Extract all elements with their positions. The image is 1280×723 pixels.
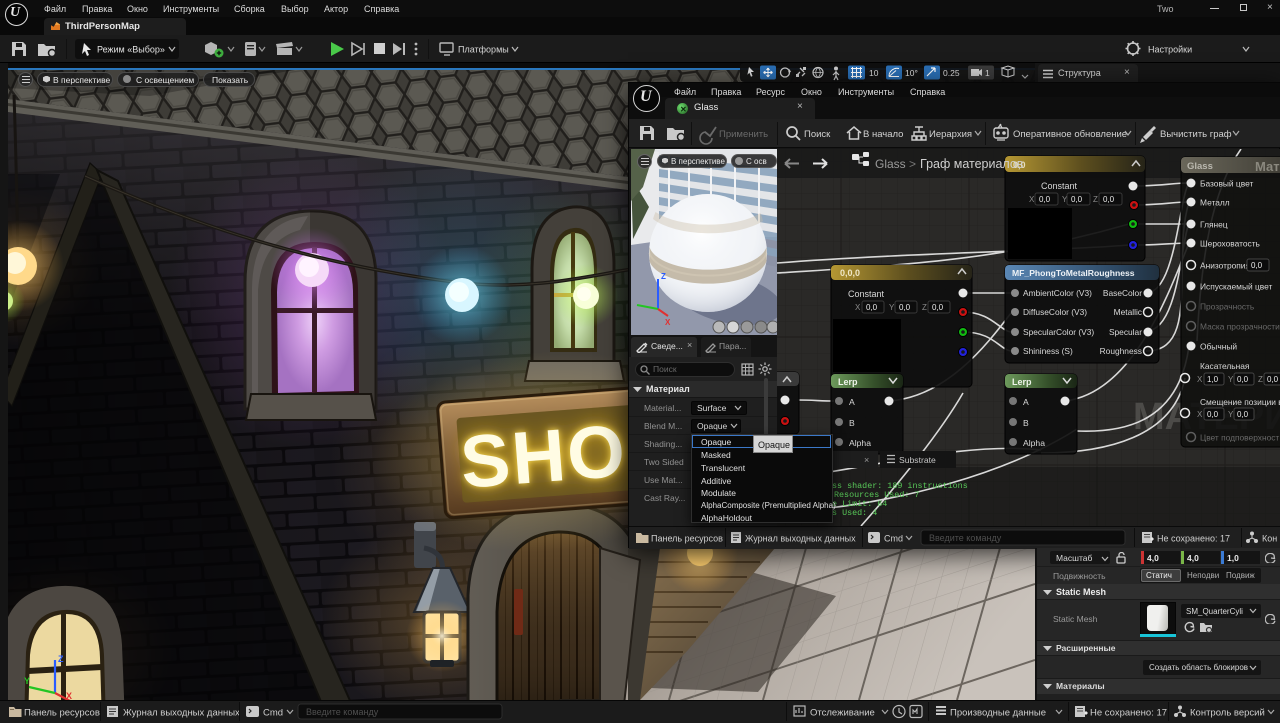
svg-text:Контроль версий: Контроль версий bbox=[1190, 708, 1265, 719]
svg-text:Испускаемый цвет: Испускаемый цвет bbox=[1200, 282, 1273, 292]
svg-text:0.25: 0.25 bbox=[943, 68, 960, 78]
svg-text:X: X bbox=[66, 691, 72, 700]
svg-text:Lerp: Lerp bbox=[1012, 377, 1032, 387]
svg-text:Маска прозрачности: Маска прозрачности bbox=[1200, 322, 1280, 332]
svg-text:Кон: Кон bbox=[1262, 534, 1277, 544]
svg-text:Введите команду: Введите команду bbox=[929, 533, 1002, 543]
svg-text:10°: 10° bbox=[905, 68, 918, 78]
svg-text:Смещение позиции в: Смещение позиции в bbox=[1200, 397, 1280, 407]
svg-text:Constant: Constant bbox=[848, 289, 885, 299]
svg-text:Roughness: Roughness bbox=[1100, 346, 1142, 356]
svg-text:0,0: 0,0 bbox=[1039, 195, 1051, 204]
svg-text:Constant: Constant bbox=[1041, 181, 1078, 191]
svg-text:Z: Z bbox=[58, 654, 64, 664]
svg-text:Прозрачность: Прозрачность bbox=[1200, 302, 1255, 312]
svg-text:0,0: 0,0 bbox=[866, 303, 878, 312]
svg-text:×: × bbox=[864, 455, 869, 465]
svg-text:Поиск: Поиск bbox=[804, 129, 831, 140]
svg-text:Обычный: Обычный bbox=[1200, 342, 1237, 352]
svg-text:0,0: 0,0 bbox=[1237, 410, 1249, 419]
svg-text:Не сохранено: 17: Не сохранено: 17 bbox=[1157, 534, 1230, 544]
svg-text:A: A bbox=[849, 397, 855, 407]
svg-text:Y: Y bbox=[1228, 375, 1234, 384]
svg-text:Alpha: Alpha bbox=[849, 438, 871, 448]
svg-text:Y: Y bbox=[889, 303, 895, 312]
svg-text:X: X bbox=[665, 318, 671, 327]
svg-text:Shininess (S): Shininess (S) bbox=[1023, 346, 1073, 356]
svg-text:Иерархия: Иерархия bbox=[929, 129, 972, 140]
svg-text:X: X bbox=[1029, 195, 1035, 204]
svg-text:Отслеживание: Отслеживание bbox=[810, 708, 875, 719]
svg-text:BaseColor: BaseColor bbox=[1103, 288, 1142, 298]
svg-text:Металл: Металл bbox=[1200, 198, 1230, 208]
svg-text:Граф материалов: Граф материалов bbox=[920, 157, 1024, 171]
svg-text:Оперативное обновление: Оперативное обновление bbox=[1013, 129, 1127, 140]
svg-text:rs Used: 4: rs Used: 4 bbox=[827, 508, 877, 518]
svg-text:Анизотропия: Анизотропия bbox=[1200, 261, 1250, 271]
svg-text:Журнал выходных данных: Журнал выходных данных bbox=[123, 708, 240, 719]
svg-text:1,0: 1,0 bbox=[1207, 375, 1219, 384]
svg-text:Alpha: Alpha bbox=[1023, 438, 1045, 448]
svg-text:0,0: 0,0 bbox=[1071, 195, 1083, 204]
svg-text:Настройки: Настройки bbox=[1148, 45, 1192, 55]
svg-text:Платформы: Платформы bbox=[458, 45, 509, 55]
svg-text:B: B bbox=[1023, 418, 1029, 428]
svg-text:Glass: Glass bbox=[875, 157, 906, 171]
svg-text:Мат: Мат bbox=[1255, 159, 1280, 174]
svg-text:0,0: 0,0 bbox=[1267, 375, 1279, 384]
svg-text:B: B bbox=[849, 418, 855, 428]
svg-text:AmbientColor (V3): AmbientColor (V3) bbox=[1023, 288, 1092, 298]
svg-text:Cmd: Cmd bbox=[884, 534, 903, 544]
svg-text:Базовый цвет: Базовый цвет bbox=[1200, 179, 1253, 189]
svg-text:Применить: Применить bbox=[719, 129, 768, 140]
svg-text:MF_PhongToMetalRoughness: MF_PhongToMetalRoughness bbox=[1012, 268, 1135, 278]
svg-text:0,0,0: 0,0,0 bbox=[840, 268, 860, 278]
svg-text:Вычистить граф: Вычистить граф bbox=[1160, 129, 1232, 140]
svg-text:Панель ресурсов: Панель ресурсов bbox=[24, 708, 100, 719]
svg-text:Производные данные: Производные данные bbox=[950, 708, 1046, 719]
svg-text:Шероховатость: Шероховатость bbox=[1200, 239, 1261, 249]
svg-text:Не сохранено: 17: Не сохранено: 17 bbox=[1090, 708, 1167, 719]
svg-text:Substrate: Substrate bbox=[899, 455, 936, 465]
svg-text:0,0: 0,0 bbox=[1237, 375, 1249, 384]
svg-text:Панель ресурсов: Панель ресурсов bbox=[651, 534, 723, 544]
svg-text:Metallic: Metallic bbox=[1114, 307, 1142, 317]
svg-text:1: 1 bbox=[985, 68, 990, 78]
svg-text:В начало: В начало bbox=[863, 129, 903, 140]
svg-text:0,0: 0,0 bbox=[932, 303, 944, 312]
svg-text:Введите команду: Введите команду bbox=[306, 707, 379, 717]
svg-text:>: > bbox=[909, 157, 916, 171]
svg-text:Z: Z bbox=[922, 303, 927, 312]
svg-text:X: X bbox=[1197, 410, 1203, 419]
svg-text:X: X bbox=[1197, 375, 1203, 384]
svg-text:Z: Z bbox=[1093, 195, 1098, 204]
svg-text:Глянец: Глянец bbox=[1200, 220, 1228, 230]
svg-text:Z: Z bbox=[661, 272, 666, 281]
svg-text:Режим «Выбор»: Режим «Выбор» bbox=[97, 45, 165, 55]
svg-text:Касательная: Касательная bbox=[1200, 361, 1249, 371]
svg-text:DiffuseColor (V3): DiffuseColor (V3) bbox=[1023, 307, 1087, 317]
svg-text:Журнал выходных данных: Журнал выходных данных bbox=[745, 534, 856, 544]
svg-text:Y: Y bbox=[24, 676, 30, 686]
svg-text:Y: Y bbox=[1228, 410, 1234, 419]
svg-text:SpecularColor (V3): SpecularColor (V3) bbox=[1023, 327, 1094, 337]
svg-text:0,0: 0,0 bbox=[1207, 410, 1219, 419]
svg-text:10: 10 bbox=[869, 68, 879, 78]
svg-text:A: A bbox=[1023, 397, 1029, 407]
svg-text:SHO: SHO bbox=[458, 409, 630, 504]
svg-text:Glass: Glass bbox=[1187, 161, 1213, 172]
svg-text:0,0: 0,0 bbox=[1103, 195, 1115, 204]
svg-text:Lerp: Lerp bbox=[838, 377, 858, 387]
svg-text:Specular: Specular bbox=[1109, 327, 1142, 337]
svg-text:Z: Z bbox=[1258, 375, 1263, 384]
svg-text:X: X bbox=[855, 303, 861, 312]
svg-text:0,0: 0,0 bbox=[1251, 261, 1263, 270]
svg-text:Cmd: Cmd bbox=[263, 708, 283, 719]
svg-text:Цвет подповерхност: Цвет подповерхност bbox=[1200, 433, 1279, 443]
svg-text:0,0: 0,0 bbox=[899, 303, 911, 312]
